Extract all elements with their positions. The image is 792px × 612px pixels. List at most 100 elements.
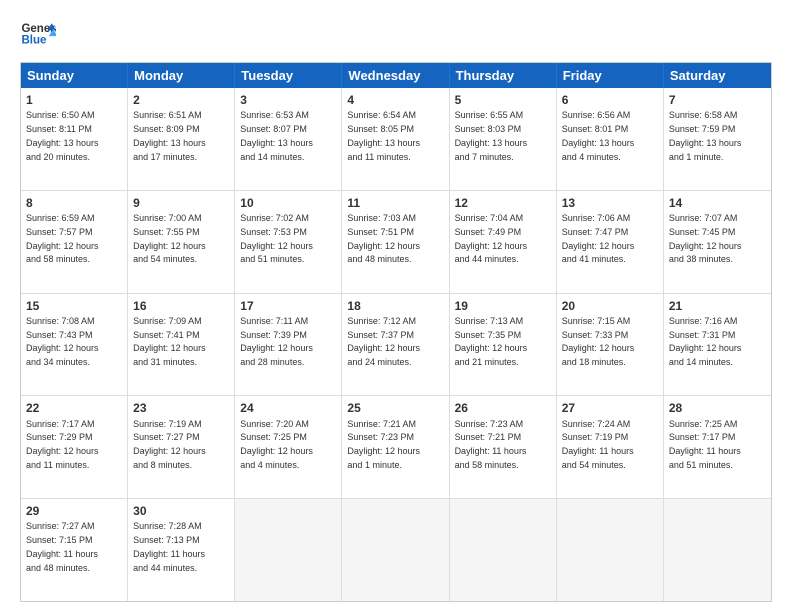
generalblue-logo-icon: General Blue xyxy=(20,16,56,52)
calendar-cell-28: 28Sunrise: 7:25 AM Sunset: 7:17 PM Dayli… xyxy=(664,396,771,498)
day-info: Sunrise: 6:51 AM Sunset: 8:09 PM Dayligh… xyxy=(133,110,206,161)
day-info: Sunrise: 6:56 AM Sunset: 8:01 PM Dayligh… xyxy=(562,110,635,161)
page: General Blue SundayMondayTuesdayWednesda… xyxy=(0,0,792,612)
day-number: 9 xyxy=(133,195,229,211)
calendar-cell-20: 20 Sunrise: 7:15 AM Sunset: 7:33 PM Dayli… xyxy=(557,294,664,396)
calendar-cell-27: 27Sunrise: 7:24 AM Sunset: 7:19 PM Dayli… xyxy=(557,396,664,498)
day-number: 11 xyxy=(347,195,443,211)
day-number: 8 xyxy=(26,195,122,211)
day-number: 6 xyxy=(562,92,658,108)
calendar-cell-7: 7 Sunrise: 6:58 AM Sunset: 7:59 PM Daylig… xyxy=(664,88,771,190)
day-number: 28 xyxy=(669,400,766,416)
svg-text:Blue: Blue xyxy=(21,34,47,46)
calendar-cell-empty-4-2 xyxy=(235,499,342,601)
calendar-cell-22: 22 Sunrise: 7:17 AM Sunset: 7:29 PM Dayli… xyxy=(21,396,128,498)
day-number: 10 xyxy=(240,195,336,211)
calendar-cell-23: 23 Sunrise: 7:19 AM Sunset: 7:27 PM Dayli… xyxy=(128,396,235,498)
calendar-cell-29: 29 Sunrise: 7:27 AM Sunset: 7:15 PM Dayli… xyxy=(21,499,128,601)
day-info: Sunrise: 7:19 AM Sunset: 7:27 PM Dayligh… xyxy=(133,419,206,470)
day-number: 17 xyxy=(240,298,336,314)
calendar-cell-8: 8 Sunrise: 6:59 AM Sunset: 7:57 PM Daylig… xyxy=(21,191,128,293)
day-info: Sunrise: 7:20 AM Sunset: 7:25 PM Dayligh… xyxy=(240,419,313,470)
day-info: Sunrise: 7:13 AM Sunset: 7:35 PM Dayligh… xyxy=(455,316,528,367)
day-number: 15 xyxy=(26,298,122,314)
day-number: 26 xyxy=(455,400,551,416)
day-number: 18 xyxy=(347,298,443,314)
calendar-cell-11: 11 Sunrise: 7:03 AM Sunset: 7:51 PM Dayli… xyxy=(342,191,449,293)
day-number: 1 xyxy=(26,92,122,108)
calendar-header: SundayMondayTuesdayWednesdayThursdayFrid… xyxy=(21,63,771,88)
day-info: Sunrise: 7:15 AM Sunset: 7:33 PM Dayligh… xyxy=(562,316,635,367)
day-info: Sunrise: 7:03 AM Sunset: 7:51 PM Dayligh… xyxy=(347,213,420,264)
day-number: 14 xyxy=(669,195,766,211)
calendar-row-4: 29 Sunrise: 7:27 AM Sunset: 7:15 PM Dayli… xyxy=(21,498,771,601)
day-number: 7 xyxy=(669,92,766,108)
weekday-header-saturday: Saturday xyxy=(664,63,771,88)
weekday-header-thursday: Thursday xyxy=(450,63,557,88)
day-number: 23 xyxy=(133,400,229,416)
calendar-cell-25: 25 Sunrise: 7:21 AM Sunset: 7:23 PM Dayli… xyxy=(342,396,449,498)
weekday-header-wednesday: Wednesday xyxy=(342,63,449,88)
day-info: Sunrise: 7:27 AM Sunset: 7:15 PM Dayligh… xyxy=(26,521,98,572)
calendar-row-1: 8 Sunrise: 6:59 AM Sunset: 7:57 PM Daylig… xyxy=(21,190,771,293)
day-number: 3 xyxy=(240,92,336,108)
calendar-cell-13: 13 Sunrise: 7:06 AM Sunset: 7:47 PM Dayli… xyxy=(557,191,664,293)
day-info: Sunrise: 7:24 AM Sunset: 7:19 PM Dayligh… xyxy=(562,419,634,470)
day-number: 4 xyxy=(347,92,443,108)
calendar-cell-18: 18 Sunrise: 7:12 AM Sunset: 7:37 PM Dayli… xyxy=(342,294,449,396)
calendar-cell-26: 26 Sunrise: 7:23 AM Sunset: 7:21 PM Dayli… xyxy=(450,396,557,498)
day-number: 21 xyxy=(669,298,766,314)
day-number: 2 xyxy=(133,92,229,108)
calendar-cell-empty-4-6 xyxy=(664,499,771,601)
day-number: 29 xyxy=(26,503,122,519)
calendar-row-0: 1 Sunrise: 6:50 AM Sunset: 8:11 PM Daylig… xyxy=(21,88,771,190)
calendar-cell-10: 10Sunrise: 7:02 AM Sunset: 7:53 PM Dayli… xyxy=(235,191,342,293)
day-number: 24 xyxy=(240,400,336,416)
day-number: 20 xyxy=(562,298,658,314)
weekday-header-sunday: Sunday xyxy=(21,63,128,88)
day-info: Sunrise: 6:58 AM Sunset: 7:59 PM Dayligh… xyxy=(669,110,742,161)
calendar-cell-3: 3 Sunrise: 6:53 AM Sunset: 8:07 PM Daylig… xyxy=(235,88,342,190)
day-number: 13 xyxy=(562,195,658,211)
day-number: 25 xyxy=(347,400,443,416)
calendar-cell-17: 17Sunrise: 7:11 AM Sunset: 7:39 PM Dayli… xyxy=(235,294,342,396)
day-number: 5 xyxy=(455,92,551,108)
calendar-cell-2: 2 Sunrise: 6:51 AM Sunset: 8:09 PM Daylig… xyxy=(128,88,235,190)
calendar-cell-14: 14 Sunrise: 7:07 AM Sunset: 7:45 PM Dayli… xyxy=(664,191,771,293)
calendar-cell-30: 30Sunrise: 7:28 AM Sunset: 7:13 PM Dayli… xyxy=(128,499,235,601)
calendar-cell-empty-4-3 xyxy=(342,499,449,601)
day-info: Sunrise: 6:50 AM Sunset: 8:11 PM Dayligh… xyxy=(26,110,99,161)
calendar-body: 1 Sunrise: 6:50 AM Sunset: 8:11 PM Daylig… xyxy=(21,88,771,601)
weekday-header-monday: Monday xyxy=(128,63,235,88)
day-info: Sunrise: 7:09 AM Sunset: 7:41 PM Dayligh… xyxy=(133,316,206,367)
day-info: Sunrise: 7:06 AM Sunset: 7:47 PM Dayligh… xyxy=(562,213,635,264)
day-info: Sunrise: 7:17 AM Sunset: 7:29 PM Dayligh… xyxy=(26,419,99,470)
day-info: Sunrise: 6:55 AM Sunset: 8:03 PM Dayligh… xyxy=(455,110,528,161)
calendar-row-2: 15 Sunrise: 7:08 AM Sunset: 7:43 PM Dayli… xyxy=(21,293,771,396)
day-info: Sunrise: 7:16 AM Sunset: 7:31 PM Dayligh… xyxy=(669,316,742,367)
weekday-header-tuesday: Tuesday xyxy=(235,63,342,88)
calendar: SundayMondayTuesdayWednesdayThursdayFrid… xyxy=(20,62,772,602)
weekday-header-friday: Friday xyxy=(557,63,664,88)
header: General Blue xyxy=(20,16,772,52)
calendar-cell-9: 9 Sunrise: 7:00 AM Sunset: 7:55 PM Daylig… xyxy=(128,191,235,293)
calendar-cell-4: 4 Sunrise: 6:54 AM Sunset: 8:05 PM Daylig… xyxy=(342,88,449,190)
day-number: 16 xyxy=(133,298,229,314)
logo: General Blue xyxy=(20,16,56,52)
day-info: Sunrise: 7:00 AM Sunset: 7:55 PM Dayligh… xyxy=(133,213,206,264)
day-info: Sunrise: 7:12 AM Sunset: 7:37 PM Dayligh… xyxy=(347,316,420,367)
day-info: Sunrise: 6:53 AM Sunset: 8:07 PM Dayligh… xyxy=(240,110,313,161)
day-info: Sunrise: 7:23 AM Sunset: 7:21 PM Dayligh… xyxy=(455,419,527,470)
day-info: Sunrise: 6:59 AM Sunset: 7:57 PM Dayligh… xyxy=(26,213,99,264)
day-number: 19 xyxy=(455,298,551,314)
day-info: Sunrise: 7:08 AM Sunset: 7:43 PM Dayligh… xyxy=(26,316,99,367)
day-info: Sunrise: 7:04 AM Sunset: 7:49 PM Dayligh… xyxy=(455,213,528,264)
calendar-cell-empty-4-5 xyxy=(557,499,664,601)
calendar-cell-15: 15 Sunrise: 7:08 AM Sunset: 7:43 PM Dayli… xyxy=(21,294,128,396)
calendar-cell-19: 19 Sunrise: 7:13 AM Sunset: 7:35 PM Dayli… xyxy=(450,294,557,396)
day-info: Sunrise: 7:07 AM Sunset: 7:45 PM Dayligh… xyxy=(669,213,742,264)
day-info: Sunrise: 7:21 AM Sunset: 7:23 PM Dayligh… xyxy=(347,419,420,470)
calendar-cell-5: 5 Sunrise: 6:55 AM Sunset: 8:03 PM Daylig… xyxy=(450,88,557,190)
day-info: Sunrise: 6:54 AM Sunset: 8:05 PM Dayligh… xyxy=(347,110,420,161)
day-number: 22 xyxy=(26,400,122,416)
